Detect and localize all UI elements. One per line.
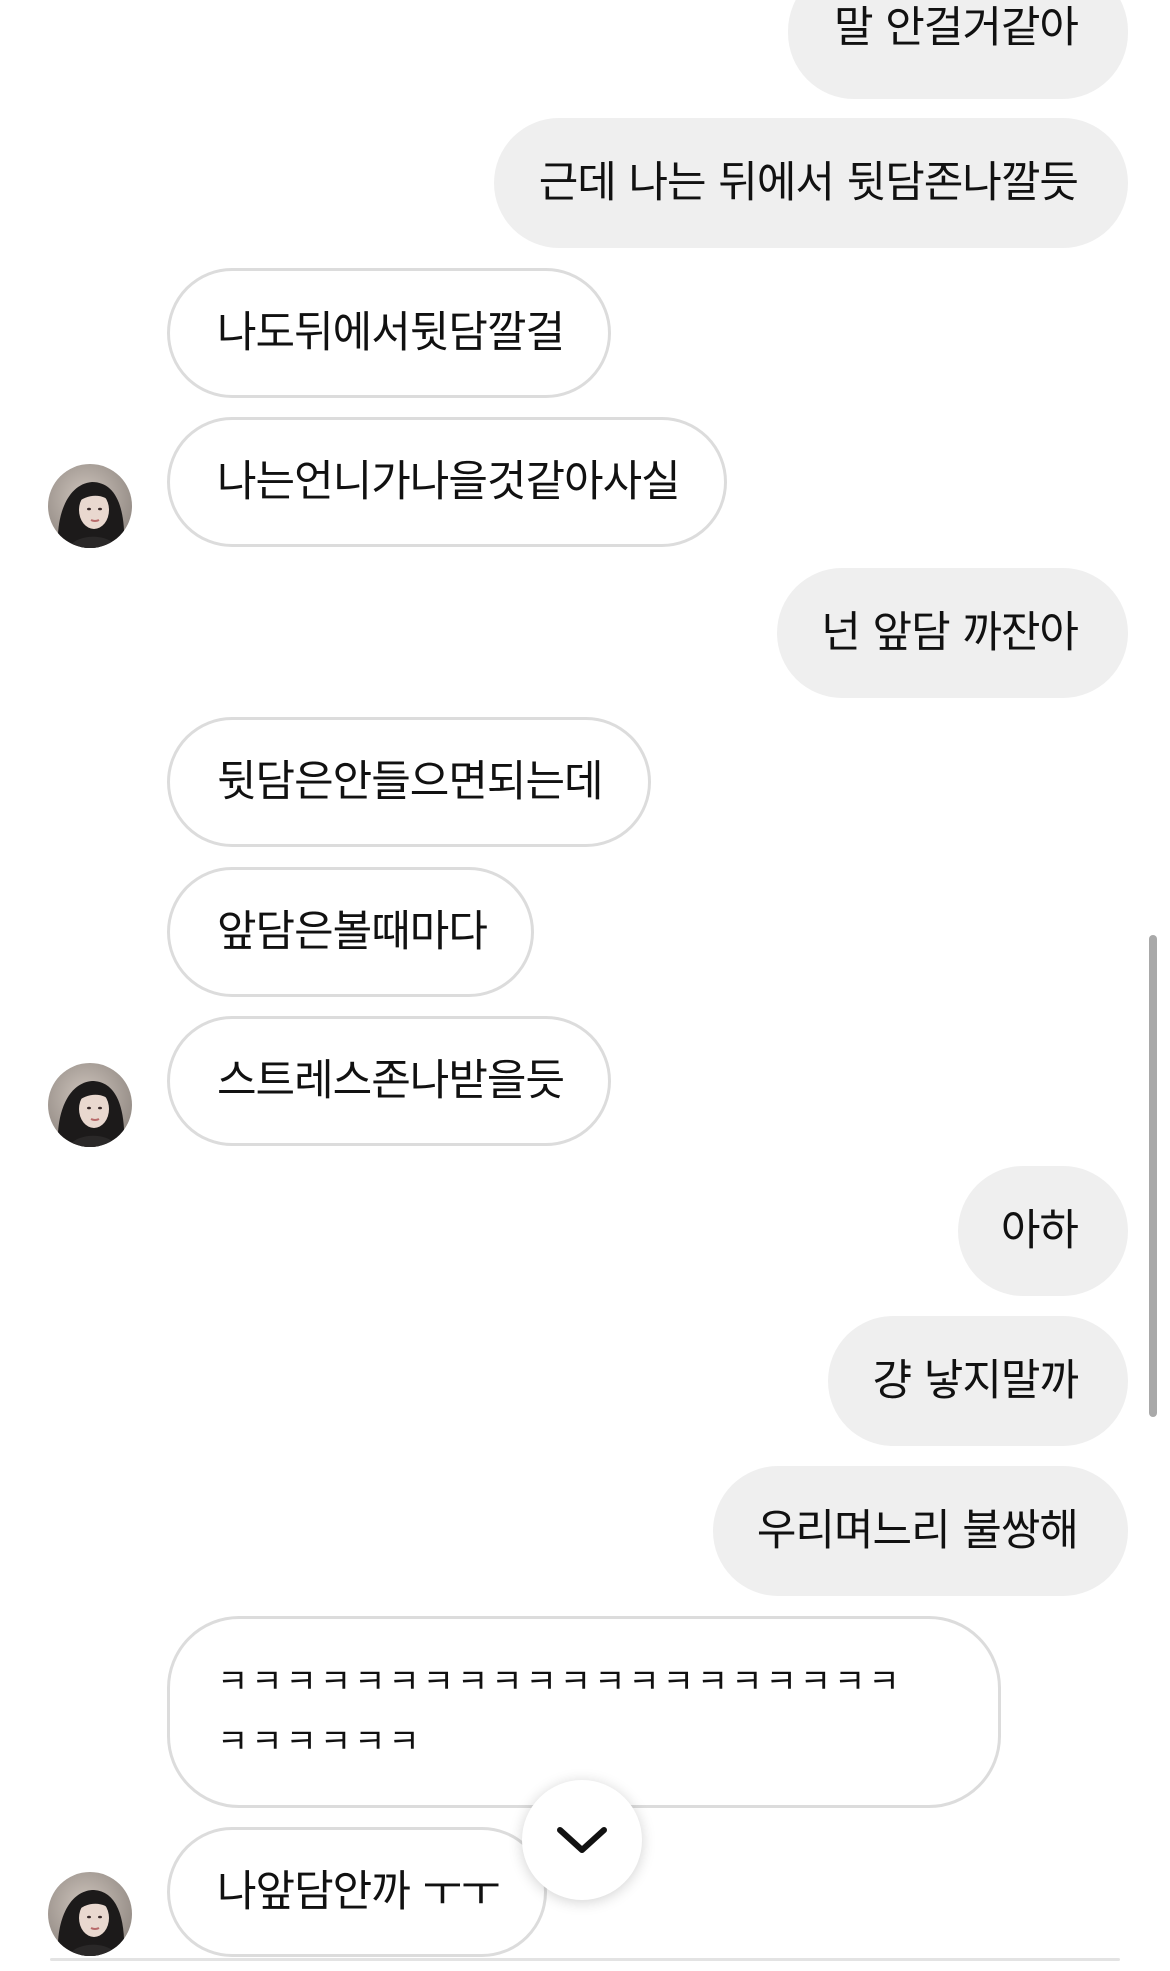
avatar-image xyxy=(48,464,132,548)
scroll-to-bottom-button[interactable] xyxy=(522,1780,642,1900)
message-text: 나앞담안까 ㅜㅜ xyxy=(217,1867,501,1917)
message-text: 말 안걸거같아 xyxy=(833,3,1079,53)
contact-avatar[interactable] xyxy=(48,1872,132,1956)
message-bubble-sent[interactable]: 걍 낳지말까 xyxy=(828,1316,1128,1446)
avatar-image xyxy=(48,1063,132,1147)
message-bubble-sent[interactable]: 아하 xyxy=(958,1166,1128,1296)
message-text: 뒷담은안들으면되는데 xyxy=(217,757,604,807)
message-bubble-received[interactable]: 나앞담안까 ㅜㅜ xyxy=(167,1827,547,1957)
scrollbar[interactable] xyxy=(1149,935,1157,1417)
chevron-down-icon xyxy=(557,1827,607,1853)
message-bubble-received[interactable]: 나도뒤에서뒷담깔걸 xyxy=(167,268,611,398)
message-bubble-received[interactable]: 앞담은볼때마다 xyxy=(167,867,534,997)
avatar-image xyxy=(48,1872,132,1956)
message-text: 걍 낳지말까 xyxy=(872,1356,1079,1406)
message-text: 근데 나는 뒤에서 뒷담존나깔듯 xyxy=(538,158,1079,208)
message-text: 넌 앞담 까잔아 xyxy=(821,608,1079,658)
message-text: ㅋㅋㅋㅋㅋㅋㅋㅋㅋㅋㅋㅋㅋㅋㅋㅋㅋㅋㅋㅋ ㅋㅋㅋㅋㅋㅋ xyxy=(217,1662,903,1762)
message-bubble-received[interactable]: 뒷담은안들으면되는데 xyxy=(167,717,651,847)
message-text: 우리며느리 불쌍해 xyxy=(756,1506,1079,1556)
message-bubble-received[interactable]: 나는언니가나을것같아사실 xyxy=(167,417,727,547)
message-text: 아하 xyxy=(1000,1206,1079,1256)
message-text: 앞담은볼때마다 xyxy=(217,907,488,957)
contact-avatar[interactable] xyxy=(48,464,132,548)
message-bubble-sent[interactable]: 근데 나는 뒤에서 뒷담존나깔듯 xyxy=(494,118,1128,248)
message-bubble-sent[interactable]: 말 안걸거같아 xyxy=(788,0,1128,99)
message-text: 스트레스존나받을듯 xyxy=(217,1056,565,1106)
message-bubble-sent[interactable]: 넌 앞담 까잔아 xyxy=(777,568,1128,698)
composer-divider xyxy=(50,1958,1120,1961)
message-text: 나는언니가나을것같아사실 xyxy=(217,457,681,507)
message-bubble-sent[interactable]: 우리며느리 불쌍해 xyxy=(713,1466,1128,1596)
contact-avatar[interactable] xyxy=(48,1063,132,1147)
message-text: 나도뒤에서뒷담깔걸 xyxy=(217,308,565,358)
message-bubble-received[interactable]: 스트레스존나받을듯 xyxy=(167,1016,611,1146)
